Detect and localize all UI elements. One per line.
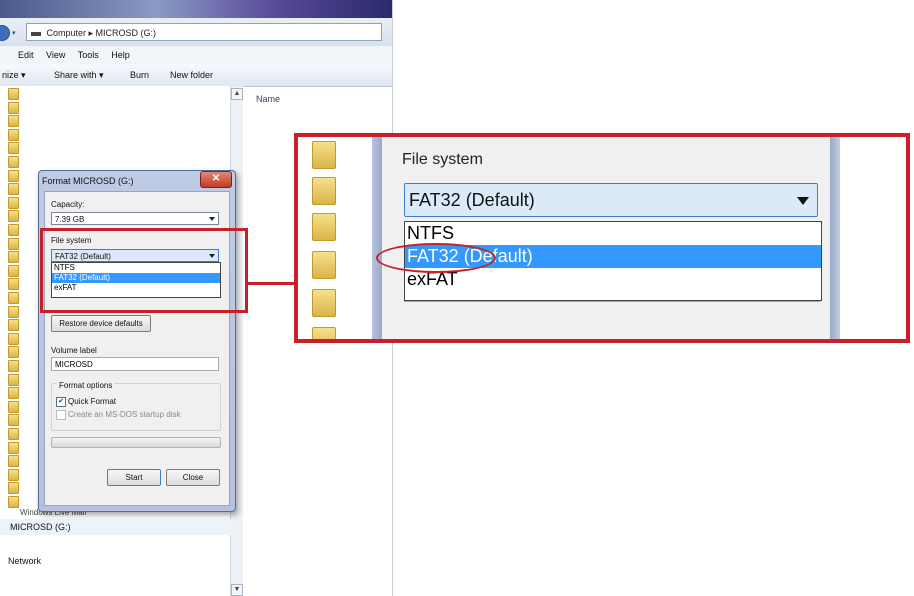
msdos-disk-checkbox[interactable] [56, 410, 66, 420]
folder-icon[interactable] [8, 374, 19, 386]
highlight-box-large [294, 133, 910, 343]
folder-icon[interactable] [8, 129, 19, 141]
folder-icon[interactable] [8, 360, 19, 372]
menu-tools[interactable]: Tools [78, 50, 99, 60]
folder-icon[interactable] [8, 442, 19, 454]
close-button[interactable]: Close [166, 469, 220, 486]
dialog-close-icon[interactable]: ✕ [200, 171, 232, 188]
scroll-up-icon[interactable]: ▲ [231, 88, 243, 100]
capacity-label: Capacity: [51, 200, 85, 209]
folder-icon[interactable] [8, 292, 19, 304]
chevron-down-icon [209, 217, 215, 221]
folder-icon[interactable] [8, 142, 19, 154]
new-folder-button[interactable]: New folder [170, 64, 213, 86]
drive-item-microsd[interactable]: MICROSD (G:) [0, 519, 232, 535]
scroll-down-icon[interactable]: ▼ [231, 584, 243, 596]
share-with-button[interactable]: Share with ▾ [54, 64, 104, 86]
format-progress-bar [51, 437, 221, 448]
volume-label-label: Volume label [51, 346, 97, 355]
folder-icon[interactable] [8, 88, 19, 100]
burn-button[interactable]: Burn [130, 64, 149, 86]
dialog-title: Format MICROSD (G:) [42, 176, 134, 186]
menu-edit[interactable]: Edit [18, 50, 34, 60]
menu-bar: Edit View Tools Help [0, 46, 392, 64]
address-path: Computer ▸ MICROSD (G:) [46, 28, 157, 38]
folder-icon[interactable] [8, 319, 19, 331]
folder-icon[interactable] [8, 251, 19, 263]
history-dropdown-icon[interactable]: ▾ [12, 29, 16, 37]
folder-icon[interactable] [8, 387, 19, 399]
folder-icon[interactable] [8, 469, 19, 481]
msdos-disk-label: Create an MS-DOS startup disk [68, 410, 181, 419]
address-input[interactable]: Computer ▸ MICROSD (G:) [26, 23, 382, 41]
column-header-name[interactable]: Name [256, 94, 280, 104]
network-item[interactable]: Network [8, 556, 41, 566]
restore-defaults-button[interactable]: Restore device defaults [51, 315, 151, 332]
drive-icon [31, 31, 41, 36]
folder-icon[interactable] [8, 224, 19, 236]
folder-icon[interactable] [8, 428, 19, 440]
format-options-label: Format options [57, 381, 115, 390]
folder-icon[interactable] [8, 306, 19, 318]
folder-icon[interactable] [8, 115, 19, 127]
menu-help[interactable]: Help [111, 50, 130, 60]
command-bar: nize ▾ Share with ▾ Burn New folder [0, 64, 392, 87]
folder-icon[interactable] [8, 265, 19, 277]
capacity-value: 7.39 GB [55, 215, 85, 224]
start-button[interactable]: Start [107, 469, 161, 486]
folder-icon[interactable] [8, 197, 19, 209]
folder-icon[interactable] [8, 210, 19, 222]
capacity-select[interactable]: 7.39 GB [51, 212, 219, 225]
folder-icon[interactable] [8, 170, 19, 182]
folder-icon[interactable] [8, 278, 19, 290]
folder-icon[interactable] [8, 102, 19, 114]
folder-icon[interactable] [8, 346, 19, 358]
volume-label-input[interactable]: MICROSD [51, 357, 219, 371]
format-options-group [51, 383, 221, 431]
connector-line [248, 282, 298, 285]
folder-icon[interactable] [8, 183, 19, 195]
quick-format-label: Quick Format [68, 397, 117, 406]
folder-icon[interactable] [8, 238, 19, 250]
organize-button[interactable]: nize ▾ [2, 64, 26, 86]
folder-icon[interactable] [8, 333, 19, 345]
folder-icon[interactable] [8, 156, 19, 168]
folder-icon[interactable] [8, 414, 19, 426]
folder-icon[interactable] [8, 482, 19, 494]
quick-format-checkbox[interactable]: ✔ [56, 397, 66, 407]
title-bar [0, 0, 392, 18]
highlight-ellipse [376, 243, 496, 273]
highlight-box-small [40, 228, 248, 313]
folder-icon[interactable] [8, 496, 19, 508]
menu-view[interactable]: View [46, 50, 65, 60]
back-icon[interactable] [0, 25, 10, 41]
folder-icon[interactable] [8, 455, 19, 467]
folder-icon[interactable] [8, 401, 19, 413]
